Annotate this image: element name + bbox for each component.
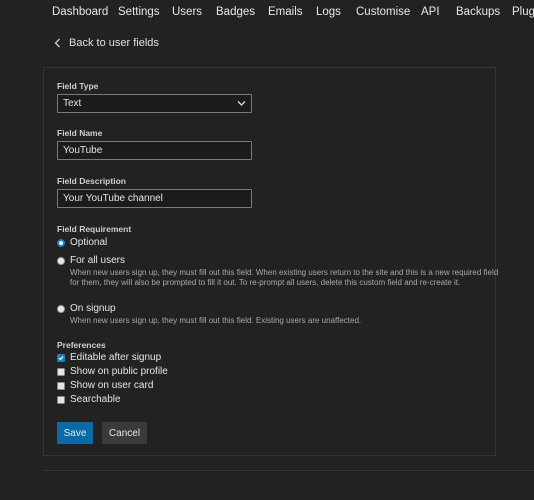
nav-api[interactable]: API [421, 6, 440, 18]
field-name-value: YouTube [63, 145, 103, 156]
back-to-user-fields-link[interactable]: Back to user fields [52, 37, 159, 49]
pref-show-on-public-profile[interactable]: Show on public profile [57, 366, 168, 378]
pref-show-on-user-card[interactable]: Show on user card [57, 380, 153, 392]
chevron-left-icon [54, 38, 60, 48]
nav-badges[interactable]: Badges [216, 6, 255, 18]
requirement-optional-option[interactable]: Optional [57, 237, 107, 249]
cancel-button[interactable]: Cancel [102, 422, 147, 444]
radio-unselected[interactable] [57, 305, 65, 313]
admin-top-nav: Dashboard Settings Users Badges Emails L… [0, 0, 534, 26]
field-requirement-label: Field Requirement [57, 224, 132, 234]
field-description-label: Field Description [57, 176, 126, 186]
pref-editable-after-signup[interactable]: Editable after signup [57, 352, 161, 364]
field-description-value: Your YouTube channel [63, 193, 163, 204]
field-description-input[interactable]: Your YouTube channel [57, 189, 252, 208]
back-link-label: Back to user fields [69, 37, 159, 49]
requirement-for-all-users-option[interactable]: For all users When new users sign up, th… [57, 255, 500, 288]
nav-plugins[interactable]: Plugi [512, 6, 534, 18]
field-type-value: Text [63, 98, 82, 109]
nav-settings[interactable]: Settings [118, 6, 160, 18]
requirement-option-title: On signup [70, 303, 116, 314]
chevron-down-icon [237, 101, 246, 106]
nav-customise[interactable]: Customise [356, 6, 410, 18]
field-name-label: Field Name [57, 128, 103, 138]
requirement-on-signup-option[interactable]: On signup When new users sign up, they m… [57, 303, 500, 326]
pref-label: Searchable [70, 394, 121, 405]
nav-emails[interactable]: Emails [268, 6, 303, 18]
divider [43, 470, 534, 471]
checkbox-unchecked[interactable] [57, 382, 65, 390]
nav-users[interactable]: Users [172, 6, 202, 18]
radio-selected[interactable] [57, 239, 65, 247]
requirement-option-description: When new users sign up, they must fill o… [70, 268, 499, 287]
field-name-input[interactable]: YouTube [57, 141, 252, 160]
checkmark-icon [58, 356, 64, 361]
field-type-label: Field Type [57, 81, 99, 91]
pref-searchable[interactable]: Searchable [57, 394, 121, 406]
nav-logs[interactable]: Logs [316, 6, 341, 18]
pref-label: Show on user card [70, 380, 154, 391]
pref-label: Editable after signup [70, 352, 162, 363]
requirement-option-title: Optional [70, 237, 108, 248]
preferences-label: Preferences [57, 340, 106, 350]
pref-label: Show on public profile [70, 366, 168, 377]
field-type-select[interactable]: Text [57, 94, 252, 113]
checkbox-checked[interactable] [57, 354, 65, 362]
save-button[interactable]: Save [57, 422, 93, 444]
nav-dashboard[interactable]: Dashboard [52, 6, 108, 18]
checkbox-unchecked[interactable] [57, 396, 65, 404]
nav-backups[interactable]: Backups [456, 6, 500, 18]
checkbox-unchecked[interactable] [57, 368, 65, 376]
requirement-option-description: When new users sign up, they must fill o… [70, 316, 362, 325]
radio-unselected[interactable] [57, 257, 65, 265]
requirement-option-title: For all users [70, 255, 126, 266]
